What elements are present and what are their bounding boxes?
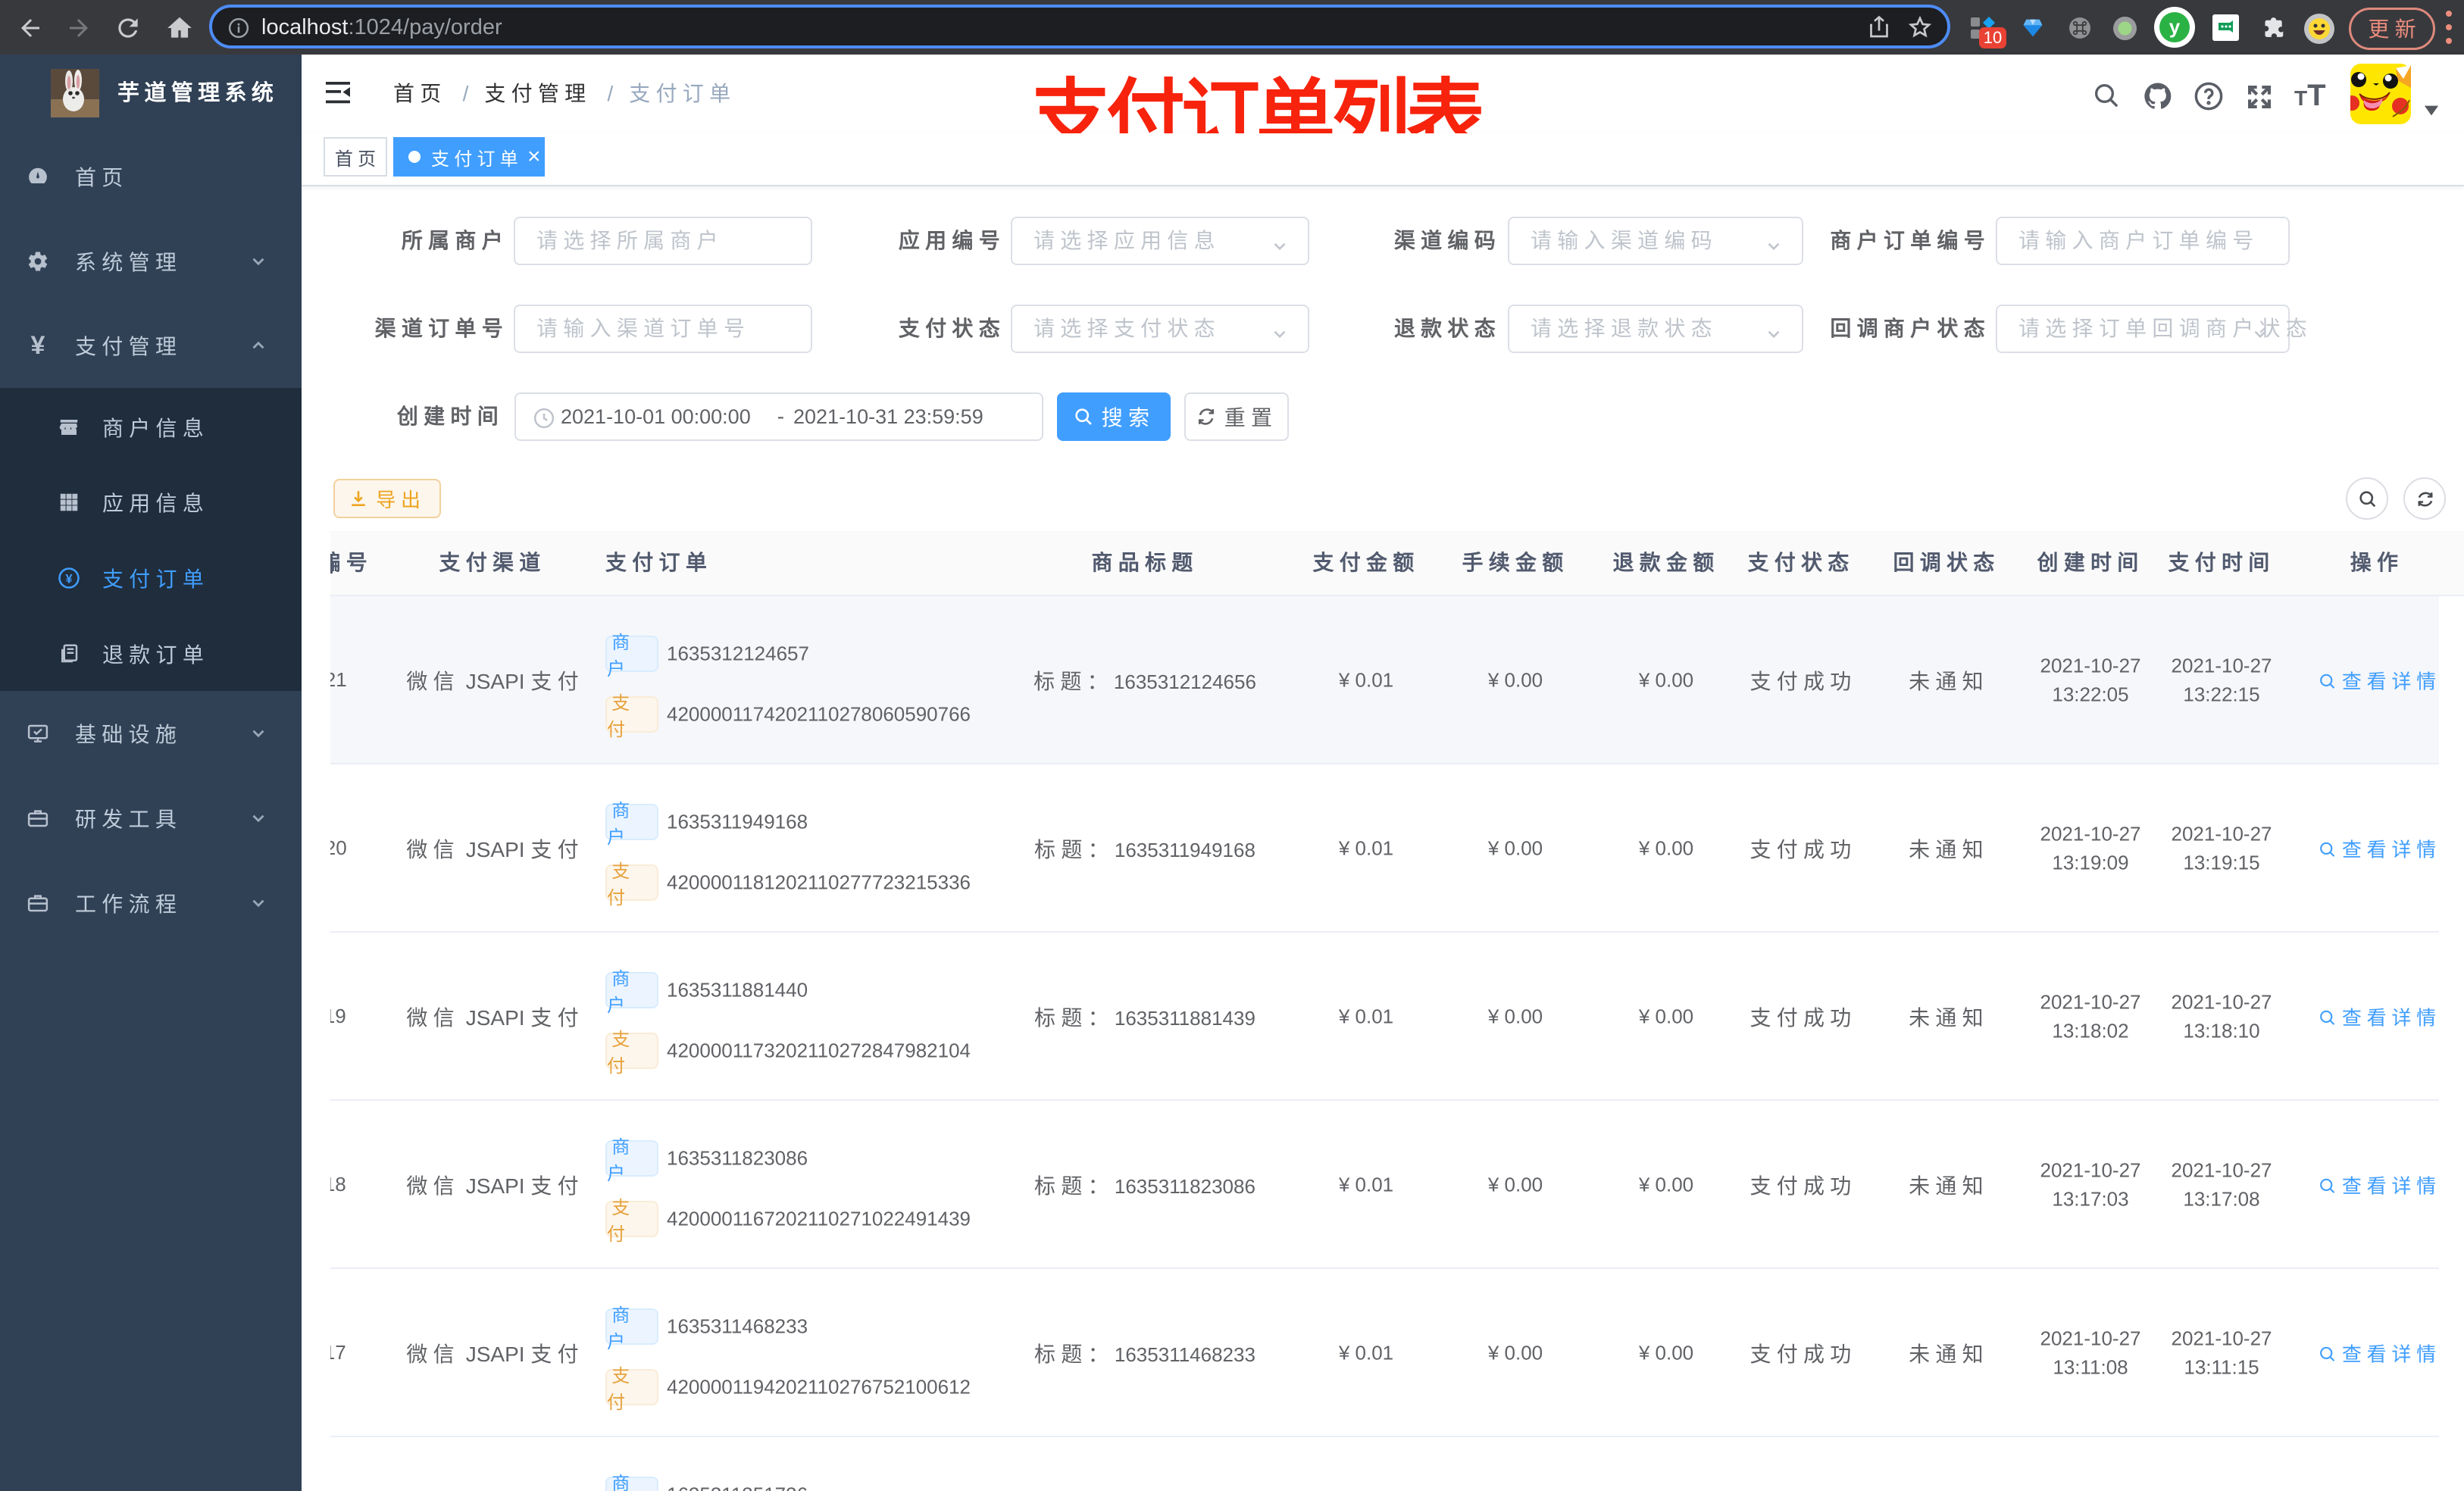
svg-text:y: y [2169, 15, 2181, 38]
svg-text:¥: ¥ [65, 572, 72, 586]
